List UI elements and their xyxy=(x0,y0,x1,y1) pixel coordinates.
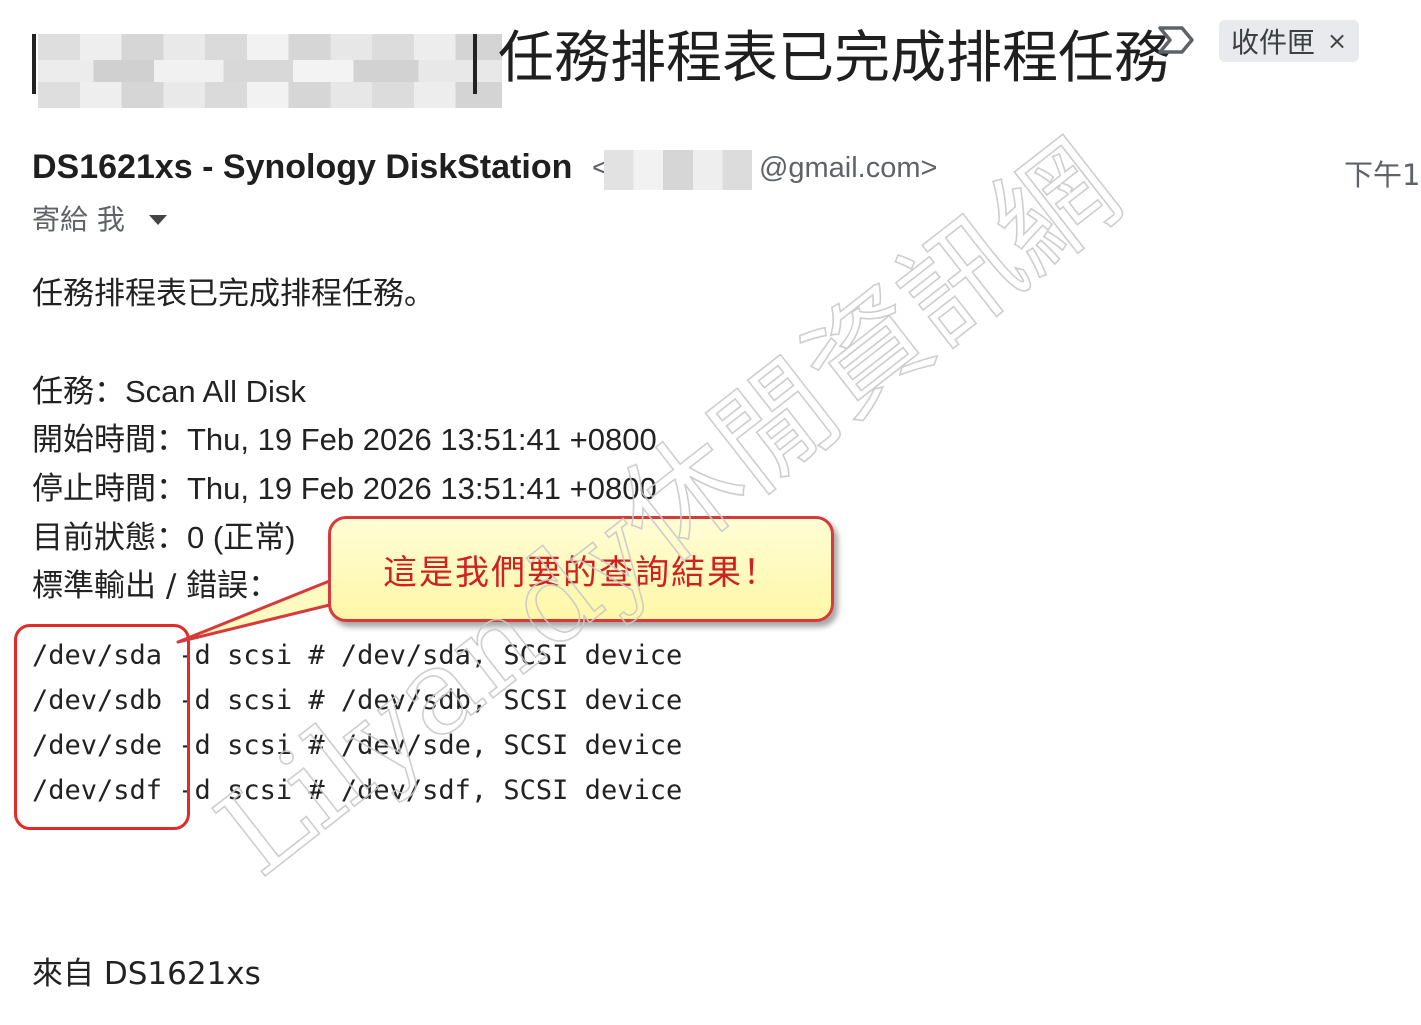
output-label: 標準輸出 / 錯誤： xyxy=(32,568,280,604)
recipient-row[interactable]: 寄給 我 xyxy=(32,198,167,238)
highlight-box xyxy=(14,624,190,830)
recipient-text: 寄給 我 xyxy=(32,203,125,236)
label-chip-inbox[interactable]: 收件匣 × xyxy=(1219,20,1360,62)
important-marker-icon[interactable] xyxy=(1156,20,1196,60)
body-intro: 任務排程表已完成排程任務。 xyxy=(32,276,435,312)
start-time-value: Thu, 19 Feb 2026 13:51:41 +0800 xyxy=(187,422,657,457)
callout-text: 這是我們要的查詢結果！ xyxy=(383,552,779,593)
status-line: 目前狀態：0 (正常) xyxy=(32,512,296,557)
remove-label-icon[interactable]: × xyxy=(1327,27,1347,55)
stop-time-line: 停止時間：Thu, 19 Feb 2026 13:51:41 +0800 xyxy=(32,463,657,508)
status-label: 目前狀態： xyxy=(32,520,187,556)
email-subject: 任務排程表已完成排程任務 xyxy=(498,26,1170,91)
sender-email-domain: @gmail.com> xyxy=(758,152,938,184)
email-footer: 來自 DS1621xs xyxy=(32,956,261,992)
task-value: Scan All Disk xyxy=(125,374,306,409)
start-time-label: 開始時間： xyxy=(32,422,187,458)
sender-name[interactable]: DS1621xs - Synology DiskStation xyxy=(32,148,572,187)
sender-row: DS1621xs - Synology DiskStation < @gmail.… xyxy=(32,148,1421,192)
stop-time-label: 停止時間： xyxy=(32,471,187,507)
task-label: 任務： xyxy=(32,374,125,410)
status-value: 0 (正常) xyxy=(187,520,296,555)
email-timestamp: 下午1: xyxy=(1344,158,1421,192)
show-details-chevron-icon[interactable] xyxy=(148,215,167,225)
label-chip-text: 收件匣 xyxy=(1231,26,1316,59)
subject-bracket-right xyxy=(473,34,477,94)
stop-time-value: Thu, 19 Feb 2026 13:51:41 +0800 xyxy=(187,471,657,506)
redacted-email-user xyxy=(604,150,752,190)
subject-row: 任務排程表已完成排程任務 xyxy=(32,18,1421,108)
redacted-subject-prefix xyxy=(38,34,502,108)
task-line: 任務：Scan All Disk xyxy=(32,366,306,411)
subject-bracket-left xyxy=(32,34,36,94)
callout-bubble: 這是我們要的查詢結果！ xyxy=(328,516,834,622)
start-time-line: 開始時間：Thu, 19 Feb 2026 13:51:41 +0800 xyxy=(32,414,657,459)
